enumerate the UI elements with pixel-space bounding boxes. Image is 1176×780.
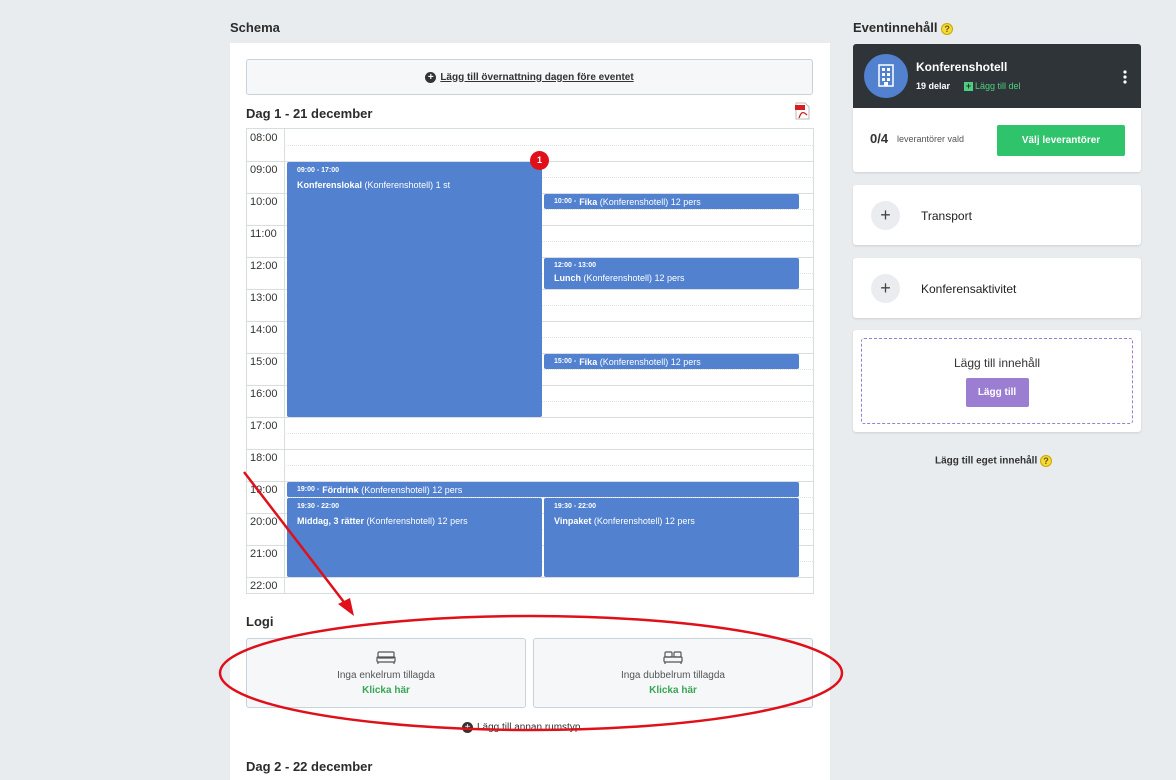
calendar-time-label: 08:00 (250, 132, 278, 144)
lodging-title: Logi (246, 614, 274, 629)
calendar-time-label: 17:00 (250, 420, 278, 432)
calendar-hour-line (247, 449, 813, 450)
event-fordrink[interactable]: 19:00 - Fördrink (Konferenshotell) 12 pe… (287, 482, 799, 497)
double-bed-icon (663, 651, 683, 664)
add-roomtype-button[interactable]: + Lägg till annan rumstyp (462, 722, 580, 733)
add-roomtype-label: Lägg till annan rumstyp (477, 722, 581, 733)
event-fika-2[interactable]: 15:00 - Fika (Konferenshotell) 12 pers (544, 354, 799, 369)
parts-count: 19 delar (916, 81, 951, 91)
day2-title: Dag 2 - 22 december (246, 759, 373, 774)
event-title: Middag, 3 rätter (Konferenshotell) 12 pe… (297, 516, 468, 526)
activity-card[interactable]: + Konferensaktivitet (853, 258, 1141, 318)
event-title: Lunch (Konferenshotell) 12 pers (554, 273, 685, 283)
transport-label: Transport (921, 209, 972, 223)
calendar-time-label: 20:00 (250, 516, 278, 528)
single-room-link[interactable]: Klicka här (247, 685, 525, 696)
event-time: 19:30 - 22:00 (554, 503, 597, 510)
suppliers-count: 0/4 (870, 131, 889, 146)
add-overnight-button[interactable]: + Lägg till övernattning dagen före even… (246, 59, 813, 95)
calendar-time-label: 15:00 (250, 356, 278, 368)
add-content-text: Lägg till innehåll (953, 356, 1041, 370)
event-title: Fika (Konferenshotell) 12 pers (579, 196, 701, 207)
plus-icon[interactable]: + (871, 201, 900, 230)
double-room-text: Inga dubbelrum tillagda (621, 670, 725, 681)
suppliers-label: leverantörer vald (897, 134, 965, 144)
event-time: 19:00 - (297, 486, 320, 493)
calendar-time-label: 13:00 (250, 292, 278, 304)
event-title: Konferenslokal (Konferenshotell) 1 st (297, 180, 451, 190)
notification-badge[interactable]: 1 (530, 151, 549, 170)
day1-title: Dag 1 - 21 december (246, 106, 373, 121)
double-room-link[interactable]: Klicka här (534, 685, 812, 696)
double-room-box[interactable]: Inga dubbelrum tillagda Klicka här (533, 638, 813, 708)
event-time: 09:00 - 17:00 (297, 167, 340, 174)
calendar-time-label: 16:00 (250, 388, 278, 400)
transport-card[interactable]: + Transport (853, 185, 1141, 245)
calendar-hour-line (247, 417, 813, 418)
calendar-time-label: 19:00 (250, 484, 278, 496)
calendar-time-label: 11:00 (250, 228, 277, 240)
event-konferenslokal[interactable]: 09:00 - 17:00 Konferenslokal (Konferensh… (287, 162, 542, 417)
calendar-half-line (284, 465, 813, 466)
pdf-icon[interactable] (793, 102, 811, 120)
calendar-time-label: 09:00 (250, 164, 278, 176)
schedule-title: Schema (230, 20, 280, 35)
event-title: Fika (Konferenshotell) 12 pers (579, 356, 701, 367)
add-content-button[interactable]: Lägg till (965, 378, 1029, 407)
activity-label: Konferensaktivitet (921, 282, 1017, 296)
event-content-title: Eventinnehåll ? (853, 20, 954, 35)
single-room-box[interactable]: Inga enkelrum tillagda Klicka här (246, 638, 526, 708)
event-time: 19:30 - 22:00 (297, 503, 340, 510)
event-time: 12:00 - 13:00 (554, 262, 597, 269)
event-vinpaket[interactable]: 19:30 - 22:00 Vinpaket (Konferenshotell)… (544, 498, 799, 577)
event-middag[interactable]: 19:30 - 22:00 Middag, 3 rätter (Konferen… (287, 498, 542, 577)
single-room-text: Inga enkelrum tillagda (337, 670, 435, 681)
event-time: 10:00 - (554, 198, 577, 205)
plus-square-icon: + (964, 80, 973, 91)
calendar-time-label: 10:00 (250, 196, 278, 208)
calendar-time-label: 22:00 (250, 580, 278, 592)
hotel-name: Konferenshotell (916, 60, 1008, 74)
plus-circle-icon: + (462, 722, 473, 733)
plus-icon[interactable]: + (871, 274, 900, 303)
calendar-half-line (284, 145, 813, 146)
kebab-menu-icon[interactable] (1123, 70, 1127, 84)
event-fika-1[interactable]: 10:00 - Fika (Konferenshotell) 12 pers (544, 194, 799, 209)
calendar-time-label: 21:00 (250, 548, 278, 560)
add-content-dropzone: Lägg till innehåll Lägg till (861, 338, 1133, 424)
event-title: Fördrink (Konferenshotell) 12 pers (322, 484, 463, 495)
event-lunch[interactable]: 12:00 - 13:00 Lunch (Konferenshotell) 12… (544, 258, 799, 289)
bed-icon (376, 651, 396, 664)
calendar-time-label: 12:00 (250, 260, 278, 272)
calendar-half-line (284, 433, 813, 434)
event-title: Vinpaket (Konferenshotell) 12 pers (554, 516, 695, 526)
plus-circle-icon: + (425, 71, 437, 83)
help-icon[interactable]: ? (941, 22, 954, 35)
add-part-link[interactable]: + Lägg till del (964, 81, 1021, 91)
calendar-time-label: 14:00 (250, 324, 278, 336)
event-time: 15:00 - (554, 358, 577, 365)
help-icon[interactable]: ? (1040, 455, 1053, 467)
add-overnight-label: Lägg till övernattning dagen före evente… (440, 71, 634, 83)
own-content-link[interactable]: Lägg till eget innehåll ? (935, 455, 1053, 467)
suppliers-card: 0/4 leverantörer vald Välj leverantörer (853, 108, 1141, 172)
hotel-card-header: Konferenshotell 19 delar + Lägg till del (853, 44, 1141, 108)
calendar-divider (284, 129, 285, 593)
calendar-time-label: 18:00 (250, 452, 278, 464)
calendar-hour-line (247, 577, 813, 578)
building-icon (864, 54, 908, 98)
add-content-card: Lägg till innehåll Lägg till (853, 330, 1141, 432)
choose-suppliers-button[interactable]: Välj leverantörer (997, 125, 1125, 156)
